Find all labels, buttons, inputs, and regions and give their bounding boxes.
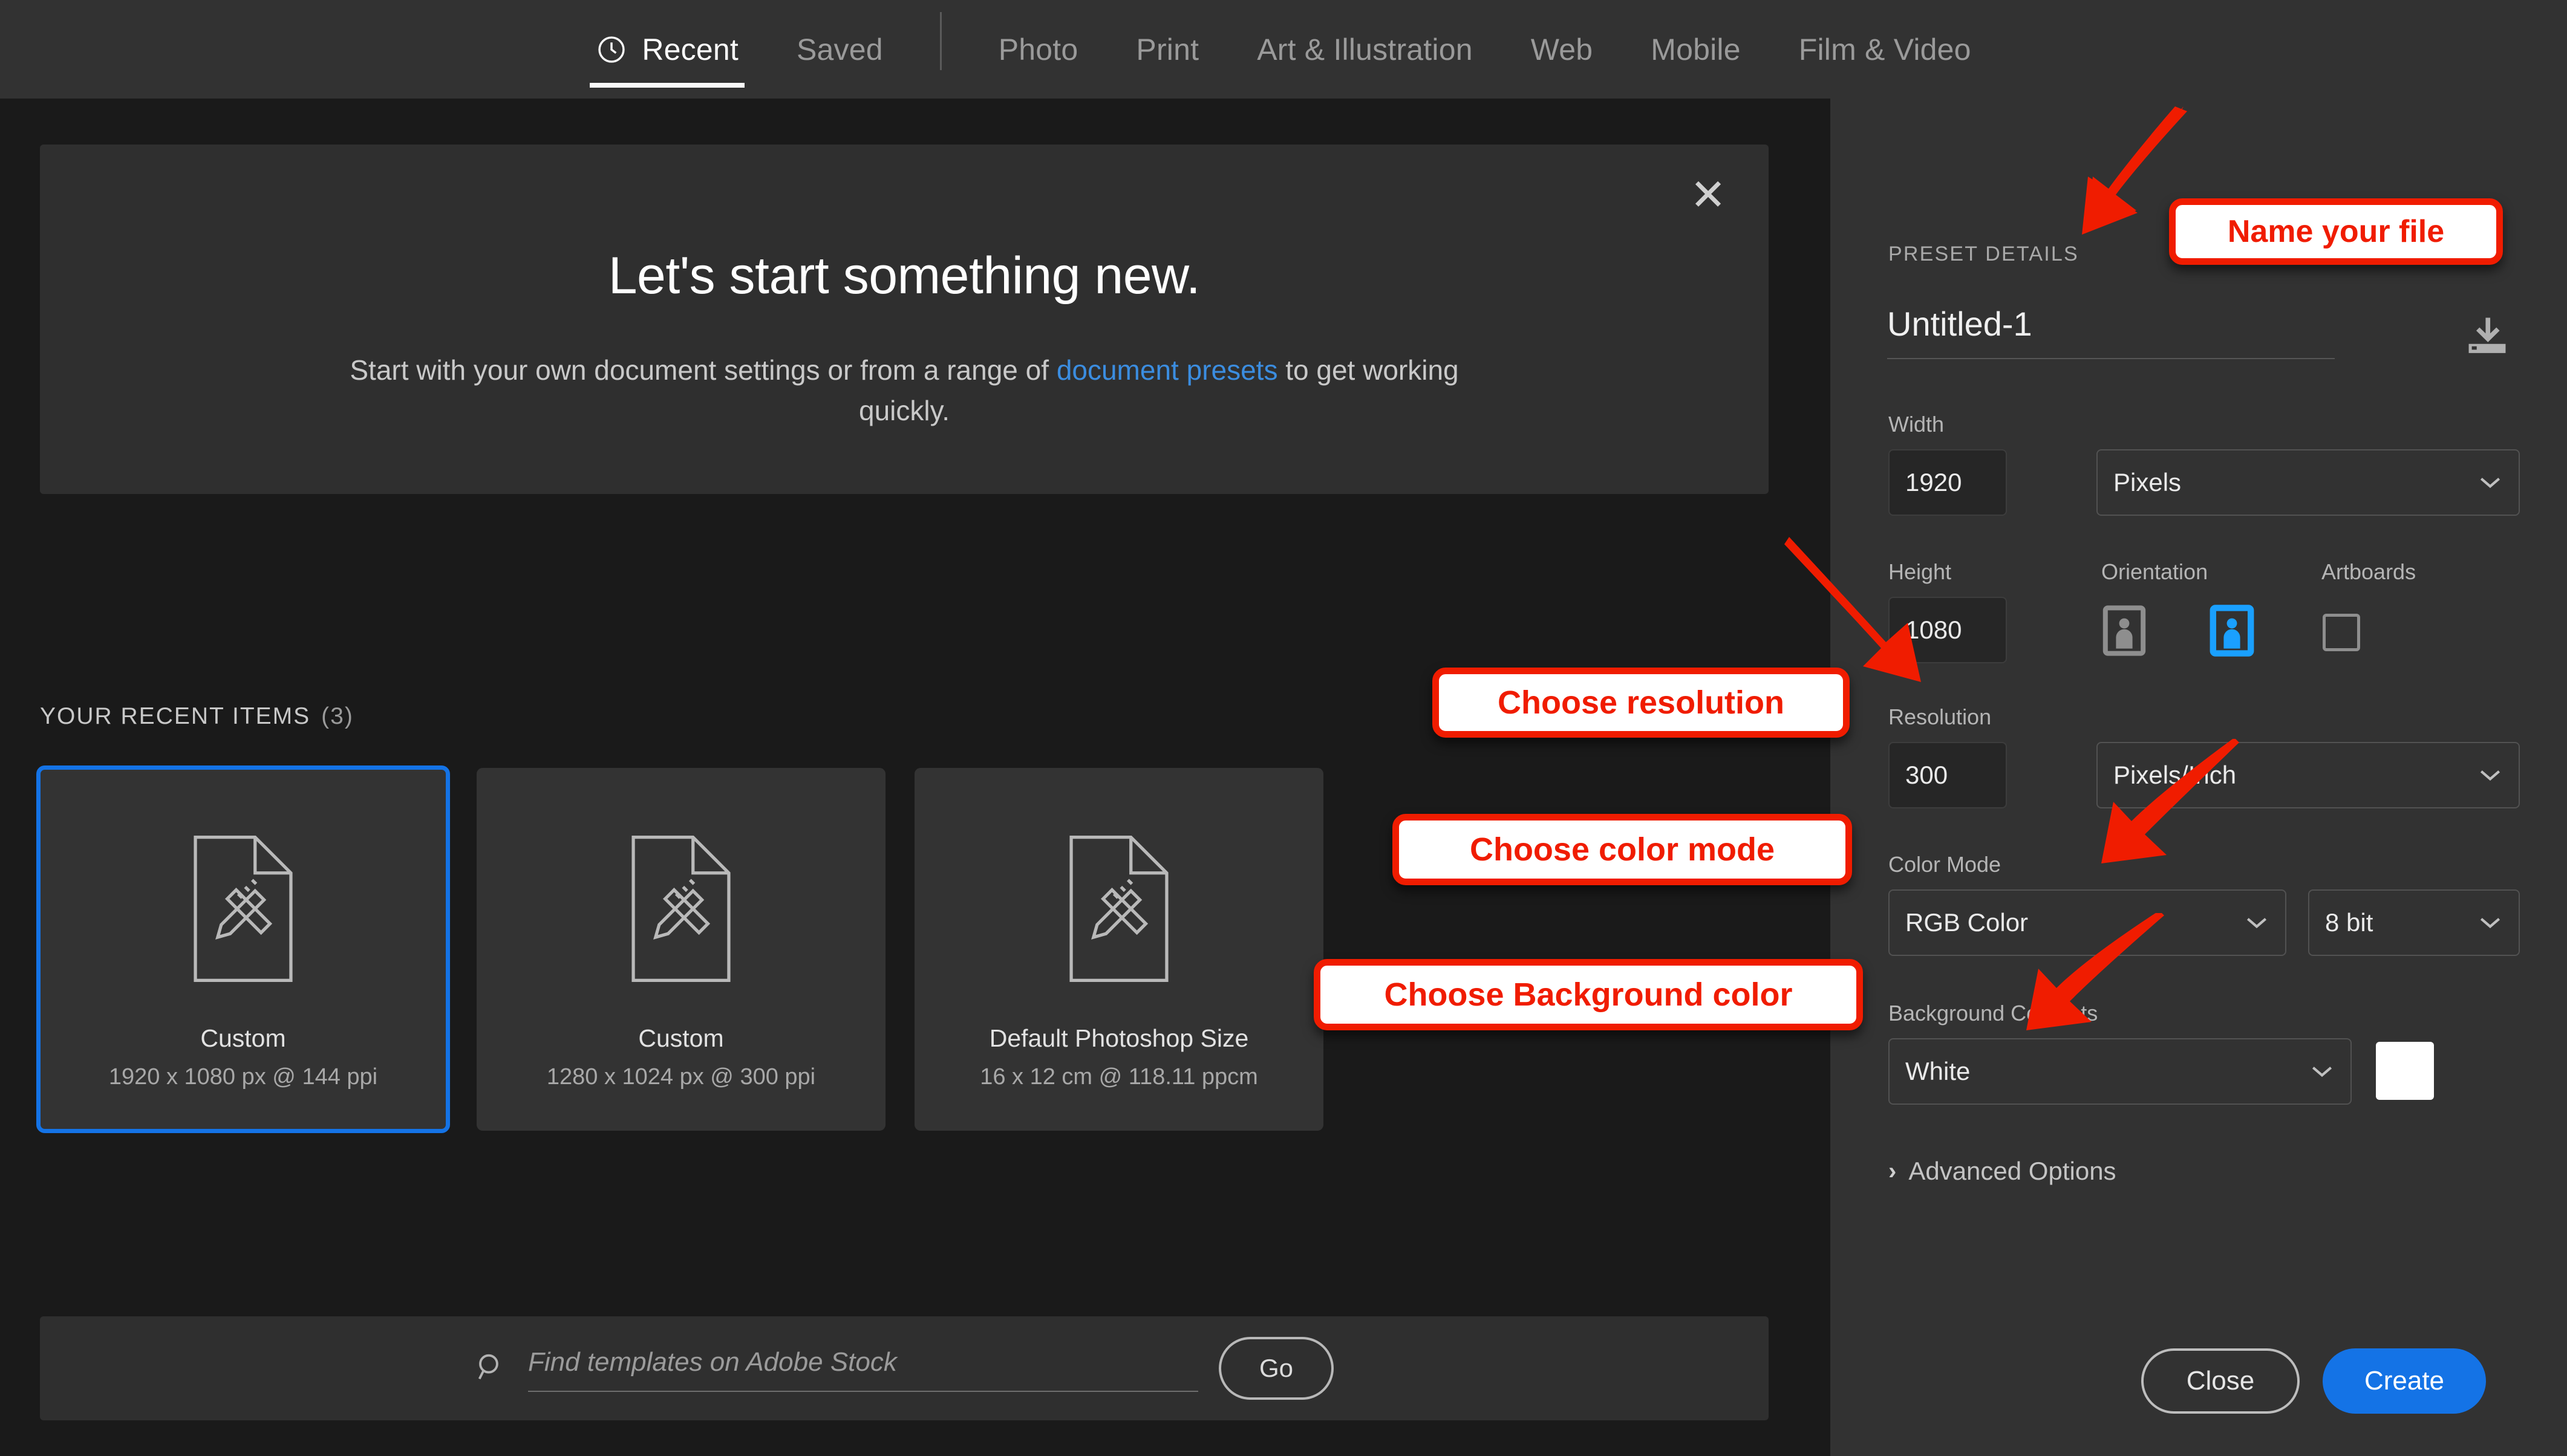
color-mode-value: RGB Color xyxy=(1905,908,2028,937)
clock-icon xyxy=(596,34,627,65)
search-icon xyxy=(475,1351,507,1386)
resolution-input[interactable] xyxy=(1888,742,2007,808)
tab-saved[interactable]: Saved xyxy=(768,0,912,99)
document-preset-icon xyxy=(183,833,304,987)
search-go-button[interactable]: Go xyxy=(1219,1337,1334,1400)
chevron-down-icon xyxy=(2477,763,2503,787)
tab-recent[interactable]: Recent xyxy=(567,0,768,99)
tab-list: Recent Saved Photo Print Art & Illustrat… xyxy=(567,0,2000,99)
tab-label: Saved xyxy=(797,32,883,67)
orientation-landscape-button[interactable] xyxy=(2207,605,2257,656)
panel-title: PRESET DETAILS xyxy=(1888,242,2079,266)
photoshop-new-document-dialog: Recent Saved Photo Print Art & Illustrat… xyxy=(0,0,2567,1456)
document-preset-icon xyxy=(621,833,742,987)
create-button[interactable]: Create xyxy=(2323,1348,2486,1414)
height-label: Height xyxy=(1888,559,1951,585)
annotation-name-your-file: Name your file xyxy=(2169,198,2503,265)
preset-name-input[interactable] xyxy=(1887,304,2335,359)
annotation-choose-color-mode: Choose color mode xyxy=(1392,814,1852,885)
advanced-options-label: Advanced Options xyxy=(1908,1157,2116,1186)
resolution-label: Resolution xyxy=(1888,704,1991,730)
background-contents-select[interactable]: White xyxy=(1888,1038,2352,1105)
tab-label: Film & Video xyxy=(1799,32,1971,67)
document-presets-link[interactable]: document presets xyxy=(1057,354,1278,386)
background-color-swatch[interactable] xyxy=(2376,1042,2434,1100)
chevron-down-icon xyxy=(2244,911,2269,935)
tab-label: Web xyxy=(1531,32,1593,67)
width-input[interactable] xyxy=(1888,449,2007,516)
tab-active-underline xyxy=(590,83,745,88)
tab-bar: Recent Saved Photo Print Art & Illustrat… xyxy=(0,0,2567,99)
chevron-down-icon xyxy=(2309,1059,2335,1084)
color-mode-select[interactable]: RGB Color xyxy=(1888,889,2286,956)
recent-items-list: Custom 1920 x 1080 px @ 144 ppi Custom 1… xyxy=(39,768,1323,1131)
tab-photo[interactable]: Photo xyxy=(970,0,1107,99)
chevron-right-icon: › xyxy=(1888,1158,1896,1185)
hero-subtitle: Start with your own document settings or… xyxy=(306,350,1502,431)
tab-label: Art & Illustration xyxy=(1257,32,1473,67)
list-item-title: Custom xyxy=(477,1024,886,1053)
recent-items-label: YOUR RECENT ITEMS xyxy=(40,703,310,729)
width-unit-value: Pixels xyxy=(2113,468,2181,497)
color-mode-label: Color Mode xyxy=(1888,852,2001,877)
bit-depth-value: 8 bit xyxy=(2325,908,2373,937)
artboards-checkbox[interactable] xyxy=(2323,614,2360,651)
tab-label: Print xyxy=(1136,32,1199,67)
annotation-choose-resolution: Choose resolution xyxy=(1432,668,1850,738)
annotation-choose-background-color: Choose Background color xyxy=(1314,959,1863,1030)
chevron-down-icon xyxy=(2477,911,2503,935)
preset-details-panel: PRESET DETAILS Width Pixels Height Orien… xyxy=(1830,99,2567,1456)
close-button[interactable]: Close xyxy=(2141,1348,2300,1414)
tab-print[interactable]: Print xyxy=(1107,0,1228,99)
tab-label: Photo xyxy=(999,32,1078,67)
artboards-label: Artboards xyxy=(2321,559,2416,585)
chevron-down-icon xyxy=(2477,470,2503,495)
width-unit-select[interactable]: Pixels xyxy=(2096,449,2520,516)
width-label: Width xyxy=(1888,412,1944,437)
search-input[interactable] xyxy=(528,1345,1198,1392)
tab-label: Recent xyxy=(642,32,739,67)
list-item-meta: 16 x 12 cm @ 118.11 ppcm xyxy=(915,1064,1323,1090)
orientation-label: Orientation xyxy=(2101,559,2208,585)
document-preset-icon xyxy=(1058,833,1179,987)
tab-web[interactable]: Web xyxy=(1502,0,1622,99)
resolution-unit-select[interactable]: Pixels/Inch xyxy=(2096,742,2520,808)
tab-film-video[interactable]: Film & Video xyxy=(1770,0,2000,99)
height-input[interactable] xyxy=(1888,597,2007,663)
main-content: ✕ Let's start something new. Start with … xyxy=(0,99,1830,1456)
recent-items-heading: YOUR RECENT ITEMS (3) xyxy=(40,703,354,730)
resolution-unit-value: Pixels/Inch xyxy=(2113,761,2236,790)
recent-items-count: (3) xyxy=(321,703,354,729)
background-contents-label: Background Contents xyxy=(1888,1001,2098,1026)
tab-label: Mobile xyxy=(1651,32,1741,67)
save-preset-icon[interactable] xyxy=(2465,316,2509,359)
list-item[interactable]: Custom 1280 x 1024 px @ 300 ppi xyxy=(477,768,886,1131)
hero-banner: ✕ Let's start something new. Start with … xyxy=(40,145,1769,494)
orientation-portrait-button[interactable] xyxy=(2099,605,2150,656)
search-wrap: Go xyxy=(475,1337,1334,1400)
hero-subtitle-before: Start with your own document settings or… xyxy=(350,354,1056,386)
stock-search-bar: Go xyxy=(40,1316,1769,1420)
tab-art-illustration[interactable]: Art & Illustration xyxy=(1228,0,1502,99)
list-item-meta: 1920 x 1080 px @ 144 ppi xyxy=(39,1064,448,1090)
page-title: Let's start something new. xyxy=(40,246,1769,306)
list-item[interactable]: Default Photoshop Size 16 x 12 cm @ 118.… xyxy=(915,768,1323,1131)
tab-mobile[interactable]: Mobile xyxy=(1622,0,1770,99)
list-item-title: Default Photoshop Size xyxy=(915,1024,1323,1053)
background-contents-value: White xyxy=(1905,1057,1970,1086)
list-item-meta: 1280 x 1024 px @ 300 ppi xyxy=(477,1064,886,1090)
tab-divider xyxy=(940,12,942,70)
list-item-title: Custom xyxy=(39,1024,448,1053)
bit-depth-select[interactable]: 8 bit xyxy=(2308,889,2520,956)
close-icon[interactable]: ✕ xyxy=(1680,167,1736,223)
list-item[interactable]: Custom 1920 x 1080 px @ 144 ppi xyxy=(39,768,448,1131)
advanced-options-toggle[interactable]: › Advanced Options xyxy=(1888,1157,2116,1186)
